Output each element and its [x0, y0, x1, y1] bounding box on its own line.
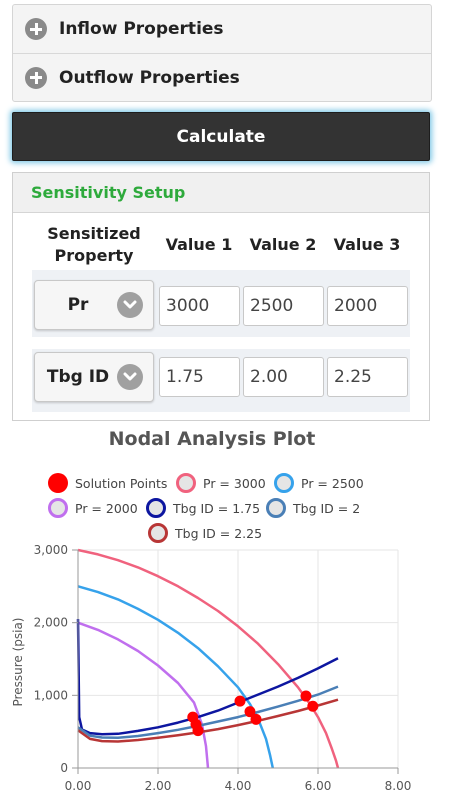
property-select-pr[interactable]: Pr [34, 280, 154, 330]
x-tick-label: 6.00 [305, 779, 332, 793]
chart-grid [77, 549, 399, 769]
y-tick-label: 2,000 [34, 616, 68, 630]
solution-point [250, 713, 262, 725]
legend-label: Tbg ID = 2.25 [175, 525, 263, 541]
series-line-pr-3000 [77, 548, 340, 769]
outflow-properties-label: Outflow Properties [59, 67, 240, 88]
legend-pr-2500[interactable]: Pr = 2500 [274, 473, 364, 493]
chart-title: Nodal Analysis Plot [108, 428, 316, 450]
pr-value-2-input[interactable] [243, 286, 324, 326]
y-axis-label: Pressure (psia) [11, 618, 25, 707]
y-tick-label: 3,000 [34, 543, 68, 557]
chevron-down-icon [117, 292, 143, 318]
x-tick-label: 2.00 [145, 779, 172, 793]
x-tick-label: 8.00 [385, 779, 412, 793]
nodal-analysis-chart: 0 1,000 2,000 3,000 0.00 2.00 4.00 6.00 8.00 Pre… [11, 543, 412, 793]
x-tick-label: 4.00 [225, 779, 252, 793]
legend-label: Tbg ID = 1.75 [173, 500, 261, 516]
tbg-value-1-input[interactable] [159, 357, 240, 397]
tbg-value-2-input[interactable] [243, 357, 324, 397]
calculate-button[interactable]: Calculate [12, 112, 430, 161]
legend-swatch [266, 498, 286, 518]
sensitized-property-header: Sensitized Property [47, 224, 141, 265]
sensitivity-setup-title: Sensitivity Setup [13, 173, 429, 213]
chart-axes: 0 1,000 2,000 3,000 0.00 2.00 4.00 6.00 8.00 [34, 543, 412, 793]
inflow-properties-toggle[interactable]: Inflow Properties [13, 5, 431, 53]
plus-icon [25, 18, 47, 40]
solution-point [307, 700, 319, 712]
legend-pr-3000[interactable]: Pr = 3000 [176, 473, 266, 493]
x-tick-label: 0.00 [65, 779, 92, 793]
chevron-down-icon [117, 364, 143, 390]
row-divider [32, 337, 410, 349]
legend-swatch [48, 498, 68, 518]
property-select-label: Pr [67, 295, 89, 315]
y-tick-label: 0 [60, 761, 68, 775]
property-select-label: Tbg ID [46, 367, 110, 387]
legend-label: Tbg ID = 2 [293, 500, 361, 516]
legend-swatch [48, 473, 68, 493]
plus-icon [25, 66, 47, 89]
legend-label: Pr = 3000 [203, 475, 266, 491]
value-2-header: Value 2 [249, 235, 317, 254]
solution-point [300, 690, 312, 702]
legend-solution-points[interactable]: Solution Points [48, 473, 167, 493]
page: Inflow Properties Outflow Properties Cal… [0, 0, 450, 800]
outflow-properties-toggle[interactable]: Outflow Properties [13, 53, 431, 101]
y-tick-label: 1,000 [34, 688, 68, 702]
legend-tbg-2[interactable]: Tbg ID = 2 [266, 498, 360, 518]
chart-series [76, 548, 340, 769]
legend-swatch [274, 473, 294, 493]
legend-pr-2000[interactable]: Pr = 2000 [48, 498, 138, 518]
legend-label: Pr = 2000 [75, 500, 138, 516]
property-select-tbg-id[interactable]: Tbg ID [34, 352, 154, 402]
inflow-properties-label: Inflow Properties [59, 19, 224, 39]
pr-value-3-input[interactable] [327, 286, 408, 326]
legend-swatch [146, 498, 166, 518]
solution-point [192, 725, 204, 737]
value-3-header: Value 3 [333, 235, 401, 254]
solution-point [234, 695, 246, 707]
pr-value-1-input[interactable] [159, 286, 240, 326]
properties-accordion: Inflow Properties Outflow Properties [12, 4, 432, 102]
value-1-header: Value 1 [165, 235, 233, 254]
tbg-value-3-input[interactable] [327, 357, 408, 397]
legend-tbg-175[interactable]: Tbg ID = 1.75 [146, 498, 260, 518]
series-line-tbg-id-1-75 [76, 618, 339, 736]
series-line-tbg-id-2-25 [77, 698, 339, 743]
legend-label: Pr = 2500 [301, 475, 364, 491]
legend-label: Solution Points [75, 475, 168, 491]
legend-swatch [176, 473, 196, 493]
